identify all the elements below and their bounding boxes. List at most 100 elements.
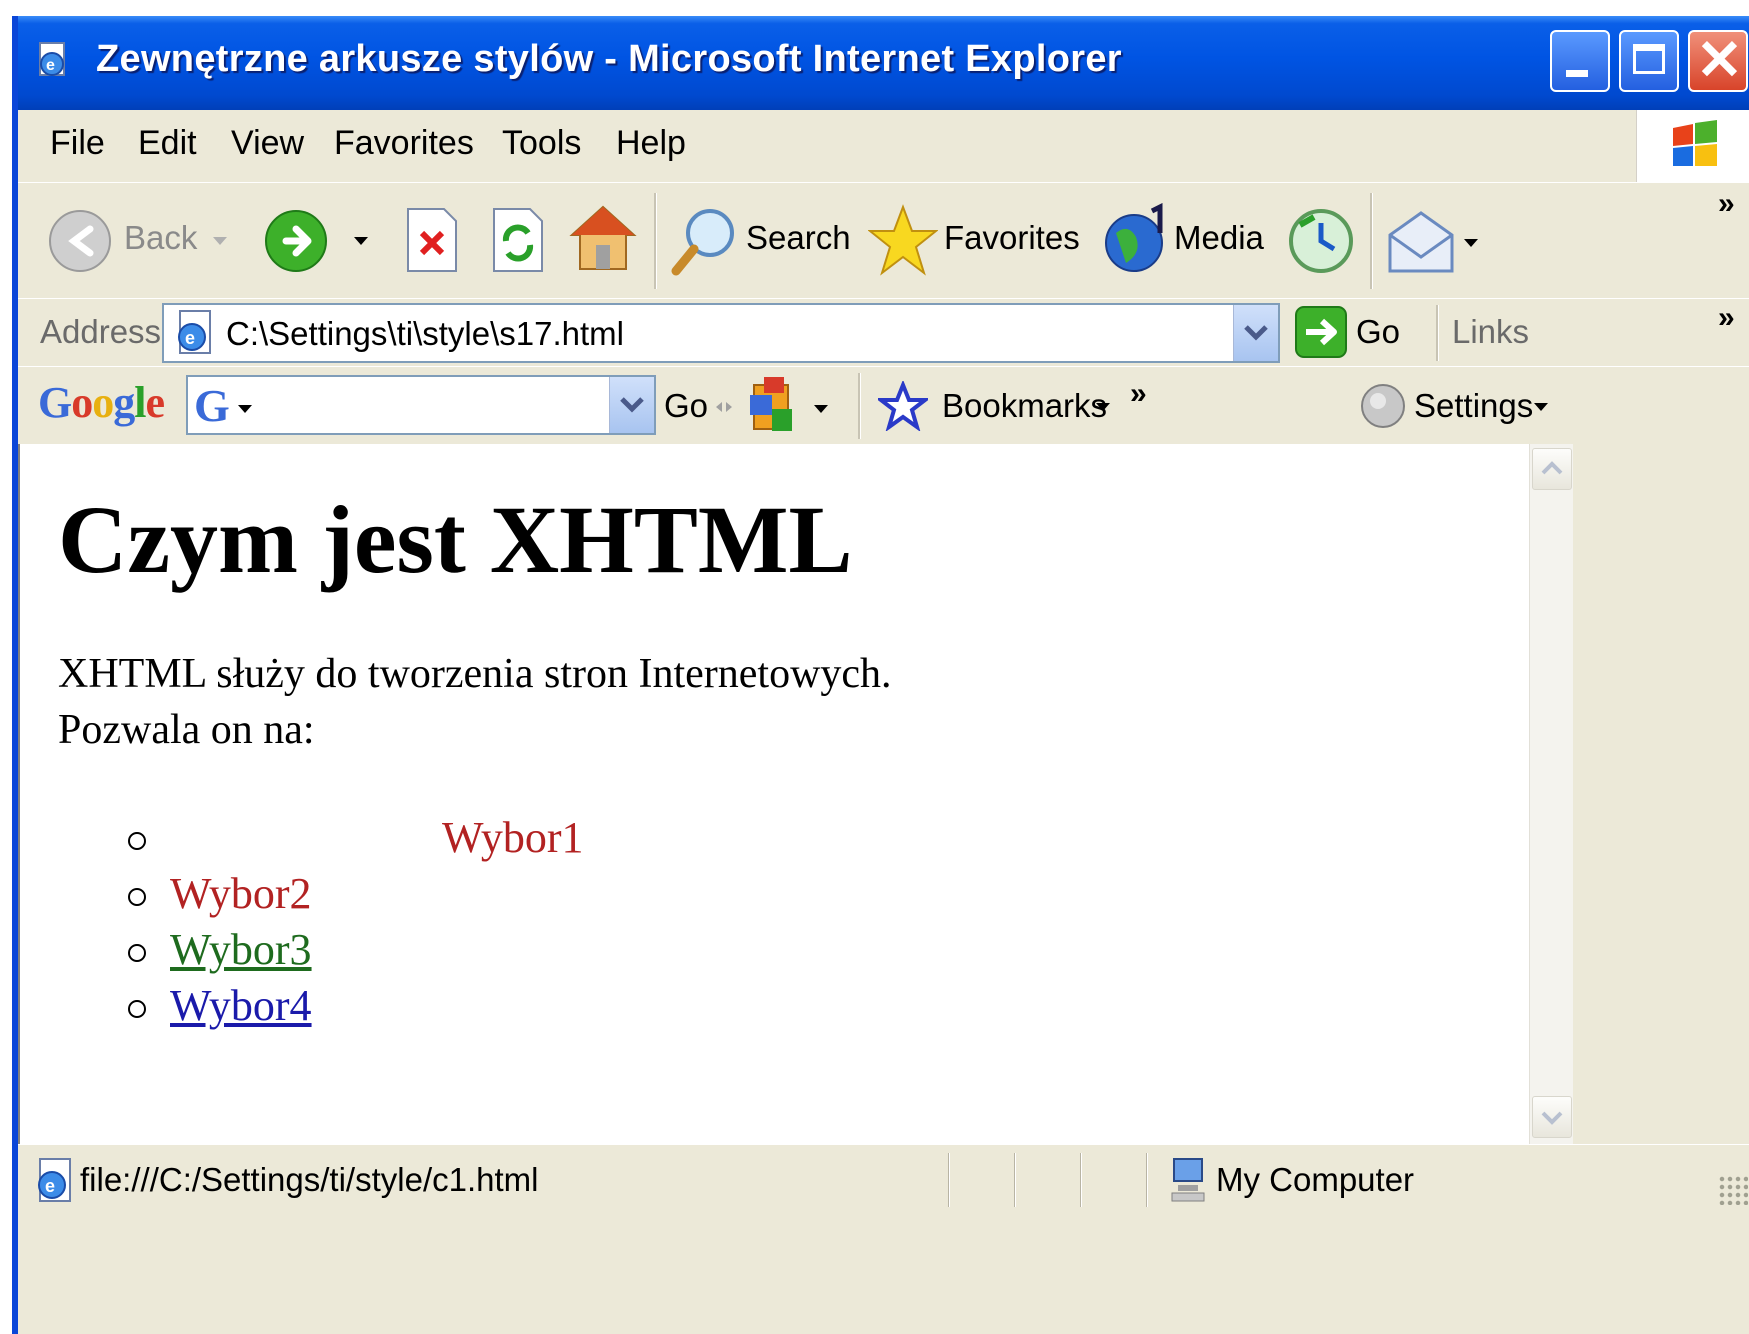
- list-link-wybor3[interactable]: Wybor3: [170, 924, 312, 975]
- paragraph-line: Pozwala on na:: [58, 707, 315, 753]
- menu-view[interactable]: View: [231, 124, 304, 163]
- list-bullet-icon: [128, 944, 146, 962]
- ie-page-icon: e: [39, 42, 65, 76]
- links-more-chevron-icon[interactable]: »: [1718, 301, 1735, 335]
- popup-blocker-icon[interactable]: [748, 375, 798, 437]
- windows-logo: [1636, 110, 1749, 182]
- google-g-icon: G: [194, 380, 230, 431]
- search-icon: [671, 209, 734, 276]
- svg-text:e: e: [45, 1176, 55, 1196]
- address-dropdown-button[interactable]: [1233, 305, 1278, 361]
- minimize-button[interactable]: [1550, 30, 1610, 92]
- address-bar: Address e C:\Settings\ti\style\s17.html …: [18, 298, 1749, 368]
- status-separator: [1146, 1153, 1148, 1207]
- chevron-up-icon: [1541, 461, 1563, 475]
- refresh-icon[interactable]: [490, 205, 546, 275]
- list-item-wybor2[interactable]: Wybor2: [170, 868, 312, 919]
- page-content: Czym jest XHTML XHTML służy do tworzenia…: [18, 444, 1529, 1144]
- window-frame-edge: [1573, 444, 1749, 1144]
- google-search-input[interactable]: G: [186, 375, 656, 435]
- toolbar-more-chevron-icon[interactable]: »: [1718, 187, 1735, 221]
- close-icon: ✕: [1696, 28, 1743, 91]
- scroll-down-button[interactable]: [1532, 1096, 1572, 1138]
- page-icon: e: [178, 310, 211, 354]
- svg-text:e: e: [185, 328, 195, 348]
- menu-file[interactable]: File: [50, 124, 105, 163]
- settings-button[interactable]: Settings: [1358, 375, 1558, 437]
- resize-handle-icon[interactable]: [714, 397, 734, 417]
- settings-circle-icon: [1361, 384, 1405, 428]
- status-bar: e file:///C:/Settings/ti/style/c1.html M…: [18, 1144, 1749, 1215]
- list-bullet-icon: [128, 888, 146, 906]
- page-status-icon: e: [38, 1158, 71, 1202]
- bookmarks-dropdown-icon: [1096, 403, 1110, 411]
- back-label: Back: [124, 219, 198, 256]
- media-label: Media: [1174, 219, 1264, 256]
- windows-flag-icon: [1673, 120, 1717, 166]
- resize-grip[interactable]: [1718, 1175, 1748, 1205]
- links-button[interactable]: Links: [1452, 313, 1529, 351]
- back-arrow-icon: [49, 210, 111, 272]
- zone-text: My Computer: [1216, 1161, 1415, 1198]
- go-button[interactable]: Go: [1294, 305, 1414, 361]
- page-heading: Czym jest XHTML: [58, 486, 853, 593]
- mail-dropdown-icon[interactable]: [1464, 239, 1478, 247]
- status-text: file:///C:/Settings/ti/style/c1.html: [80, 1161, 539, 1198]
- search-button[interactable]: Search: [670, 203, 851, 279]
- maximize-icon: [1633, 44, 1665, 74]
- bookmark-star-icon: [878, 381, 928, 431]
- menu-favorites[interactable]: Favorites: [334, 124, 474, 163]
- minimize-icon: [1566, 70, 1588, 77]
- scroll-up-button[interactable]: [1532, 448, 1572, 490]
- vertical-scrollbar[interactable]: [1529, 444, 1574, 1144]
- chevron-down-icon: [1541, 1111, 1563, 1125]
- list-link-wybor4[interactable]: Wybor4: [170, 980, 312, 1031]
- ie-window: e Zewnętrzne arkusze stylów - Microsoft …: [12, 16, 1749, 1334]
- home-icon[interactable]: [568, 201, 638, 275]
- media-button[interactable]: Media: [1102, 203, 1272, 279]
- close-button[interactable]: ✕: [1688, 30, 1748, 92]
- history-icon[interactable]: [1286, 203, 1356, 277]
- toolbar-separator: [858, 373, 861, 439]
- svg-text:e: e: [46, 57, 55, 74]
- paragraph-line: XHTML służy do tworzenia stron Interneto…: [58, 651, 892, 697]
- mail-icon[interactable]: [1386, 205, 1456, 279]
- list-bullet-icon: [128, 1000, 146, 1018]
- my-computer-icon: [1171, 1158, 1205, 1202]
- window-title: Zewnętrzne arkusze stylów - Microsoft In…: [96, 38, 1122, 80]
- forward-dropdown-icon[interactable]: [354, 237, 368, 245]
- google-go-button[interactable]: Go: [664, 387, 708, 425]
- favorites-button[interactable]: Favorites: [868, 203, 1088, 279]
- search-label: Search: [746, 219, 851, 256]
- maximize-button[interactable]: [1619, 30, 1679, 92]
- toolbar-separator: [654, 193, 657, 289]
- standard-toolbar: Back Search Favorites Media »: [18, 182, 1749, 300]
- menu-edit[interactable]: Edit: [138, 124, 197, 163]
- google-logo: Google: [38, 378, 165, 427]
- status-separator: [1014, 1153, 1016, 1207]
- google-g-dropdown-icon[interactable]: [238, 405, 252, 413]
- back-button[interactable]: Back: [46, 203, 236, 279]
- bookmarks-button[interactable]: Bookmarks: [878, 375, 1118, 437]
- status-separator: [948, 1153, 950, 1207]
- menu-bar: File Edit View Favorites Tools Help: [18, 110, 1749, 183]
- google-search-dropdown-button[interactable]: [609, 377, 654, 433]
- list-bullet-icon: [128, 832, 146, 850]
- forward-arrow-icon[interactable]: [262, 205, 332, 275]
- stop-icon[interactable]: [404, 205, 460, 275]
- go-label: Go: [1356, 313, 1401, 350]
- menu-help[interactable]: Help: [616, 124, 686, 163]
- google-more-chevron-icon[interactable]: »: [1130, 377, 1147, 411]
- back-dropdown-icon[interactable]: [213, 237, 227, 245]
- address-input[interactable]: e C:\Settings\ti\style\s17.html: [162, 303, 1280, 363]
- media-globe-icon: [1105, 203, 1163, 272]
- go-arrow-icon: [1295, 306, 1347, 358]
- popup-dropdown-icon[interactable]: [814, 405, 828, 413]
- title-bar[interactable]: e Zewnętrzne arkusze stylów - Microsoft …: [18, 16, 1749, 110]
- list-item-wybor1: Wybor1: [442, 813, 584, 862]
- menu-tools[interactable]: Tools: [502, 124, 581, 163]
- favorites-star-icon: [868, 204, 938, 276]
- address-label: Address: [40, 313, 162, 350]
- address-url: C:\Settings\ti\style\s17.html: [226, 315, 624, 352]
- settings-dropdown-icon: [1534, 403, 1548, 411]
